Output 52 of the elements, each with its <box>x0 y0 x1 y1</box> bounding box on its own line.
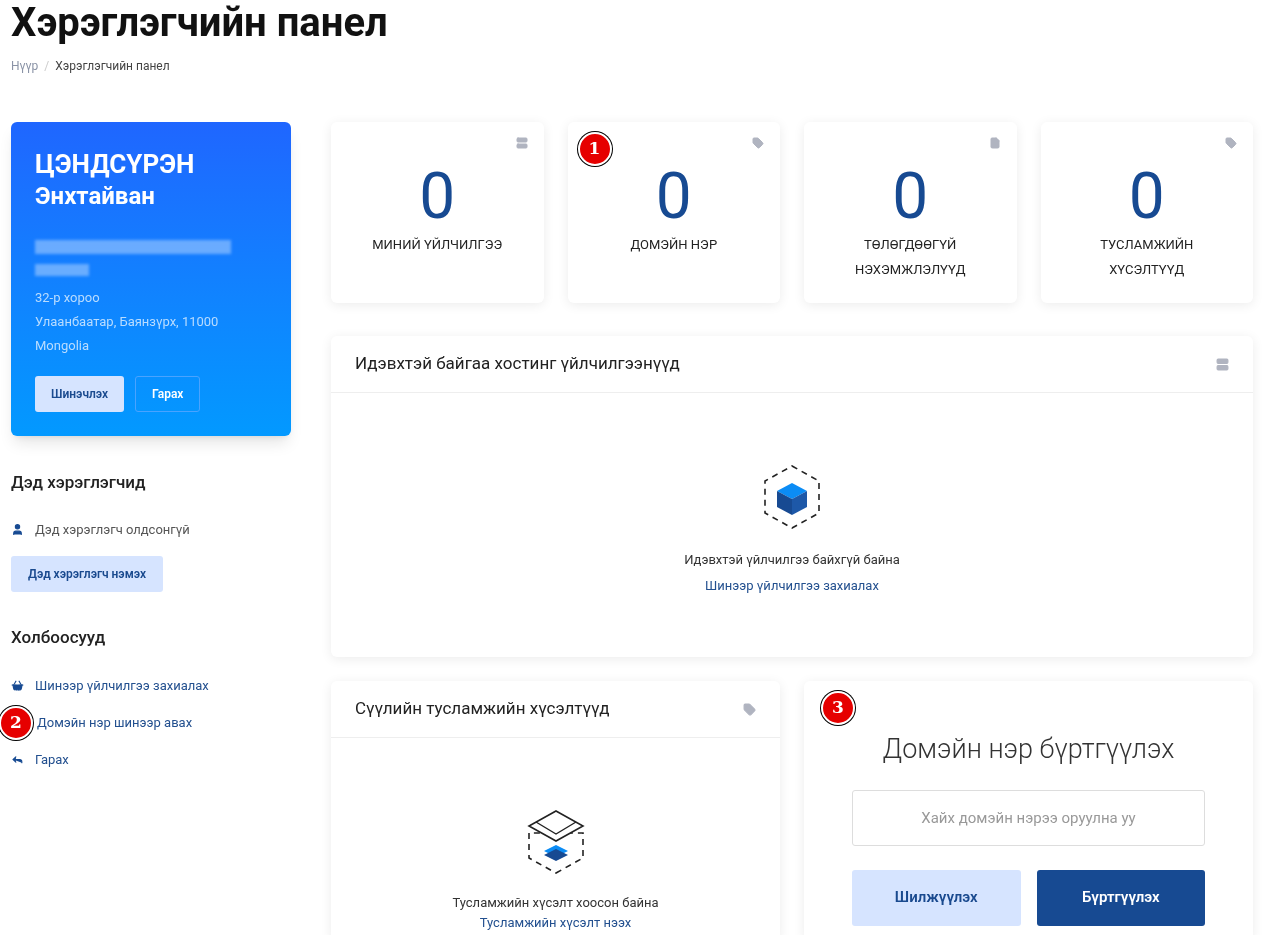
user-icon <box>11 522 24 536</box>
number-marker: 2 <box>0 705 33 740</box>
stat-value: 0 <box>892 162 929 232</box>
cube-icon <box>762 464 822 530</box>
tag-icon <box>752 137 764 149</box>
domain-search-field[interactable]: Хайх домэйн нэрээ оруулна уу <box>852 789 1205 846</box>
surname: ЦЭНДСҮРЭН <box>35 148 196 180</box>
stat-card[interactable]: 0 МИНИЙ ҮЙЛЧИЛГЭЭ <box>331 122 544 303</box>
domain-button[interactable]: Бүртгүүлэх <box>1036 869 1205 926</box>
number-marker: 3 <box>821 691 855 725</box>
stat-value: 0 <box>419 162 456 232</box>
empty-message: Дэд хэрэглэгч олдсонгүй <box>35 520 190 539</box>
stat-card[interactable]: 0 ТӨЛӨГДӨӨГҮЙ НЭХЭМЖЛЭЛҮҮД <box>804 122 1017 303</box>
panel-title: Идэвхтэй байгаа хостинг үйлчилгээнүүд <box>355 352 680 376</box>
sidebar-link[interactable]: Гарах <box>35 749 69 770</box>
stat-label: ТӨЛӨГДӨӨГҮЙ НЭХЭМЖЛЭЛҮҮД <box>854 236 967 279</box>
address-line: 32-р хороо <box>35 289 101 307</box>
file-icon <box>988 137 1001 149</box>
panel-title: Домэйн нэр бүртгүүлэх <box>882 732 1175 767</box>
section-heading: Дэд хэрэглэгчид <box>11 471 147 494</box>
breadcrumb-separator: / <box>44 58 50 75</box>
address-line: Mongolia <box>35 337 91 355</box>
order-service-link[interactable]: Шинээр үйлчилгээ захиалах <box>705 575 879 595</box>
server-icon <box>1216 357 1229 371</box>
server-icon <box>515 137 528 149</box>
stat-card[interactable]: 0 ДОМЭЙН НЭР 1 <box>567 122 780 303</box>
stat-card[interactable]: 0 ТУСЛАМЖИЙН ХҮСЭЛТҮҮД <box>1040 122 1253 303</box>
section-heading: Холбоосууд <box>11 626 107 649</box>
stat-value: 0 <box>1128 162 1165 232</box>
tag-icon <box>1225 137 1237 149</box>
sidebar-link[interactable]: Шинээр үйлчилгээ захиалах <box>35 675 209 696</box>
reply-icon <box>11 753 24 766</box>
envelope-icon <box>525 809 586 875</box>
page-title: Хэрэглэгчийн панел <box>11 0 389 45</box>
empty-message: Тусламжийн хүсэлт хоосон байна <box>452 895 659 911</box>
domain-button[interactable]: Шилжүүлэх <box>852 869 1021 926</box>
basket-icon <box>11 679 24 692</box>
number-marker: 1 <box>577 132 612 166</box>
address-line: Улаанбаатар, Баянзүрх, 11000 <box>35 313 220 331</box>
open-ticket-link[interactable]: Тусламжийн хүсэлт нээх <box>479 915 632 931</box>
sidebar-link[interactable]: Домэйн нэр шинээр авах <box>35 712 193 733</box>
stat-label: ДОМЭЙН НЭР <box>630 236 718 254</box>
stat-label: МИНИЙ ҮЙЛЧИЛГЭЭ <box>372 236 503 254</box>
tag-icon <box>743 702 756 716</box>
given-name: Энхтайван <box>35 181 156 212</box>
stat-label: ТУСЛАМЖИЙН ХҮСЭЛТҮҮД <box>1099 236 1195 279</box>
panel-title: Сүүлийн тусламжийн хүсэлтүүд <box>355 697 610 721</box>
breadcrumb-item: Хэрэглэгчийн панел <box>55 58 170 75</box>
profile-button[interactable]: Шинэчлэх <box>35 376 125 412</box>
add-sub-user-button[interactable]: Дэд хэрэглэгч нэмэх <box>11 556 163 592</box>
stat-value: 0 <box>655 162 692 232</box>
empty-message: Идэвхтэй үйлчилгээ байхгүй байна <box>684 551 900 569</box>
